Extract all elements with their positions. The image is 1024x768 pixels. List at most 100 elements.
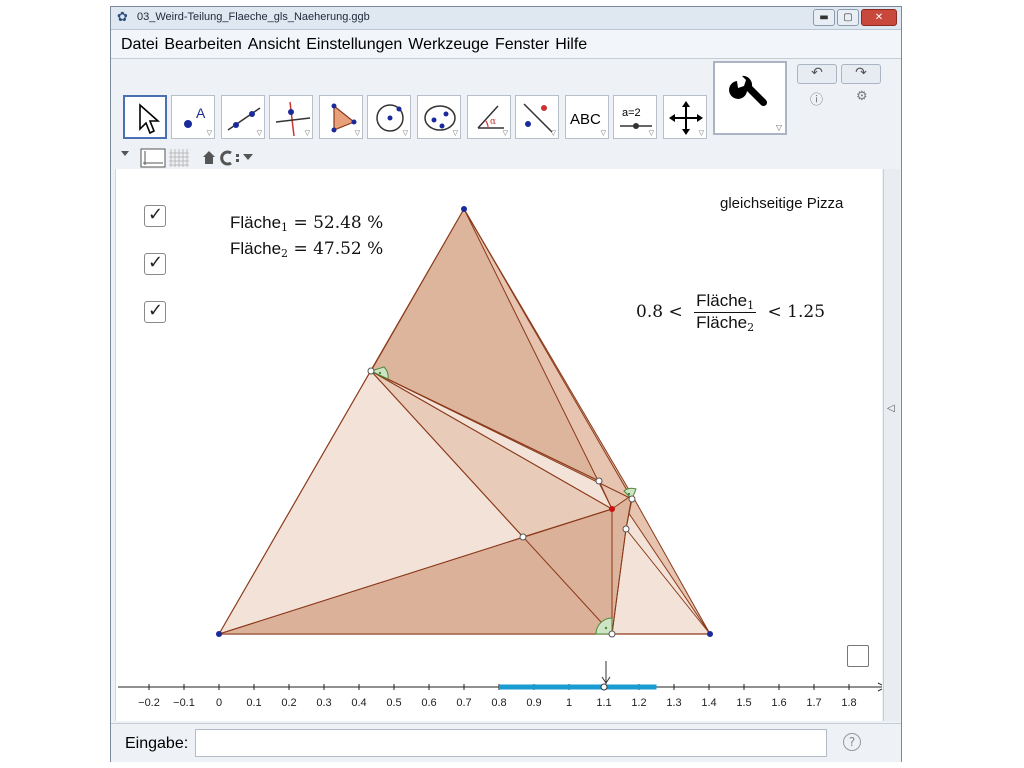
- ratio-denominator-sub: 2: [747, 321, 755, 334]
- collapse-icon[interactable]: [121, 151, 129, 156]
- checkbox-2[interactable]: ✓: [144, 252, 166, 275]
- polygon-tool-button[interactable]: ▽: [319, 95, 363, 139]
- menu-fenster[interactable]: Fenster: [495, 30, 549, 54]
- ratio-numerator: Fläche: [696, 291, 748, 310]
- text-tool-button[interactable]: ABC ▽: [565, 95, 609, 139]
- redo-icon: ↷: [855, 65, 867, 81]
- help-icon[interactable]: ?: [843, 733, 861, 751]
- graphics-view[interactable]: −0.2 −0.1 0 0.1 0.2 0.3 0.4 0.5 0.6 0.7 0.8 0.9 1 1.1…: [115, 169, 882, 721]
- slider-handle[interactable]: [600, 683, 608, 691]
- center-point[interactable]: [609, 506, 615, 512]
- foot-point[interactable]: [622, 525, 630, 533]
- settings-wrench-button[interactable]: ▽: [713, 61, 787, 135]
- foot-point[interactable]: [367, 367, 375, 375]
- axis-tick-label: 0.8: [491, 697, 506, 709]
- toolbar: A ▽ ▽ ▽ ▽ ▽ ▽ α ▽ ▽ ABC ▽ a=2 ▽ ▽ ▽ ↶ ↷ …: [111, 59, 901, 143]
- svg-text:A: A: [196, 105, 206, 121]
- dropdown-triangle-icon: ▽: [206, 129, 212, 137]
- ratio-lower: 0.8 <: [636, 302, 683, 322]
- dropdown-triangle-icon: ▽: [648, 129, 654, 137]
- axis-tick-label: 1.8: [841, 697, 856, 709]
- menu-hilfe[interactable]: Hilfe: [555, 30, 587, 54]
- slider-tool-button[interactable]: a=2 ▽: [613, 95, 657, 139]
- line-tool-button[interactable]: ▽: [221, 95, 265, 139]
- menu-bar: Datei Bearbeiten Ansicht Einstellungen Werkz…: [111, 30, 901, 59]
- axis-tick-label: 1.4: [701, 697, 716, 709]
- maximize-button[interactable]: ▢: [837, 9, 859, 26]
- ratio-text: 0.8 < Fläche1 Fläche2 < 1.25: [636, 291, 825, 334]
- input-label: Eingabe:: [125, 735, 189, 752]
- undo-icon: ↶: [811, 65, 823, 81]
- axis-tick-label: 0.9: [526, 697, 541, 709]
- move-view-tool-button[interactable]: ▽: [663, 95, 707, 139]
- pointer-icon: [139, 103, 161, 135]
- vertex-right[interactable]: [707, 631, 713, 637]
- foot-point[interactable]: [628, 495, 636, 503]
- axis-tick-label: 0.4: [351, 697, 366, 709]
- move-tool-button[interactable]: [123, 95, 167, 139]
- checkbox-1[interactable]: ✓: [144, 204, 166, 227]
- axis-tick-label: 0.1: [246, 697, 261, 709]
- minimize-button[interactable]: ▬: [813, 9, 835, 26]
- checkbox-3[interactable]: ✓: [144, 300, 166, 323]
- help-icon[interactable]: ⓘ: [810, 89, 823, 108]
- reflect-tool-button[interactable]: ▽: [515, 95, 559, 139]
- foot-point[interactable]: [519, 533, 527, 541]
- side-panel-toggle[interactable]: ◁: [883, 169, 900, 721]
- dropdown-triangle-icon: ▽: [304, 129, 310, 137]
- style-bar: [111, 143, 901, 169]
- axis-tick-label: 1.1: [596, 697, 611, 709]
- home-icon[interactable]: [203, 151, 215, 164]
- angle-tool-button[interactable]: α ▽: [467, 95, 511, 139]
- point-capture-icon[interactable]: [220, 150, 232, 166]
- grid-icon[interactable]: [169, 149, 189, 167]
- window-title: 03_Weird-Teilung_Flaeche_gls_Naeherung.g…: [137, 11, 370, 23]
- axis-tick-label: 1.5: [736, 697, 751, 709]
- menu-werkzeuge[interactable]: Werkzeuge: [408, 30, 489, 54]
- checkmark-icon: ✓: [148, 204, 164, 225]
- geogebra-app-icon: ✿: [117, 10, 128, 25]
- dropdown-triangle-icon: ▽: [502, 129, 508, 137]
- svg-text:ABC: ABC: [570, 111, 601, 128]
- area2-sub: 2: [281, 247, 289, 260]
- vertex-left[interactable]: [216, 631, 222, 637]
- axis-ticks: −0.2 −0.1 0 0.1 0.2 0.3 0.4 0.5 0.6 0.7 0.8 0.9 1 1.1…: [138, 684, 857, 709]
- axis-tick-label: 0.6: [421, 697, 436, 709]
- axis-tick-label: 1.7: [806, 697, 821, 709]
- ratio-upper: < 1.25: [767, 302, 826, 322]
- menu-ansicht[interactable]: Ansicht: [248, 30, 300, 54]
- area1-sub: 1: [281, 221, 289, 234]
- input-bar: Eingabe: ?: [111, 723, 901, 762]
- foot-point[interactable]: [608, 630, 616, 638]
- style-bar-icons: [121, 148, 253, 168]
- heading-text: gleichseitige Pizza: [720, 195, 844, 212]
- title-bar: ✿ 03_Weird-Teilung_Flaeche_gls_Naeherung…: [111, 7, 901, 30]
- vertex-top[interactable]: [461, 206, 467, 212]
- area2-value: = 47.52 %: [293, 239, 384, 259]
- menu-einstellungen[interactable]: Einstellungen: [306, 30, 402, 54]
- undo-button[interactable]: ↶: [797, 64, 837, 84]
- chevron-left-icon[interactable]: ◁: [887, 403, 895, 414]
- point-tool-button[interactable]: A ▽: [171, 95, 215, 139]
- app-window: ✿ 03_Weird-Teilung_Flaeche_gls_Naeherung…: [110, 6, 902, 762]
- dropdown-triangle-icon: ▽: [402, 129, 408, 137]
- input-field[interactable]: [195, 729, 827, 757]
- axis-tick-label: 0.7: [456, 697, 471, 709]
- perpendicular-tool-button[interactable]: ▽: [269, 95, 313, 139]
- area2-label: Fläche: [230, 239, 282, 258]
- area1-value: = 52.48 %: [293, 213, 384, 233]
- ratio-denominator: Fläche: [696, 313, 748, 332]
- menu-datei[interactable]: Datei: [121, 30, 158, 54]
- checkbox-unchecked[interactable]: [847, 645, 869, 667]
- foot-point[interactable]: [595, 477, 603, 485]
- axis-tick-label: 0.5: [386, 697, 401, 709]
- axis-tick-label: 1: [566, 697, 572, 709]
- redo-button[interactable]: ↷: [841, 64, 881, 84]
- dropdown-triangle-icon: ▽: [354, 129, 360, 137]
- gear-icon[interactable]: ⚙: [856, 89, 868, 104]
- menu-bearbeiten[interactable]: Bearbeiten: [164, 30, 241, 54]
- circle-tool-button[interactable]: ▽: [367, 95, 411, 139]
- axis-tick-label: −0.1: [173, 697, 195, 709]
- close-button[interactable]: ✕: [861, 9, 897, 26]
- ellipse-tool-button[interactable]: ▽: [417, 95, 461, 139]
